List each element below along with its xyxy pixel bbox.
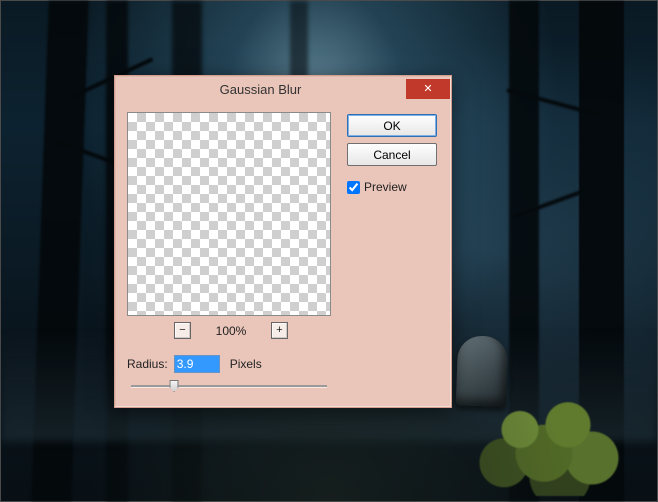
close-button[interactable]: ✕ xyxy=(406,79,450,99)
preview-checkbox[interactable] xyxy=(347,181,360,194)
editor-viewport: Gaussian Blur ✕ − 100% + Radius: xyxy=(0,0,658,502)
cancel-button-label: Cancel xyxy=(373,148,410,162)
preview-checkbox-row[interactable]: Preview xyxy=(347,180,437,194)
minus-icon: − xyxy=(179,325,185,336)
filter-preview-area[interactable] xyxy=(127,112,331,316)
foreground-bush xyxy=(472,401,632,496)
dialog-title: Gaussian Blur xyxy=(115,82,406,97)
preview-checkbox-label: Preview xyxy=(364,180,407,194)
radius-input[interactable] xyxy=(174,355,220,373)
zoom-in-button[interactable]: + xyxy=(271,322,288,339)
radius-unit: Pixels xyxy=(230,357,262,371)
gravestone-graphic xyxy=(456,335,508,407)
slider-track xyxy=(131,385,327,387)
cancel-button[interactable]: Cancel xyxy=(347,143,437,166)
radius-slider[interactable] xyxy=(131,379,327,393)
radius-label: Radius: xyxy=(127,357,168,371)
plus-icon: + xyxy=(276,325,282,336)
gaussian-blur-dialog: Gaussian Blur ✕ − 100% + Radius: xyxy=(114,75,452,408)
dialog-titlebar[interactable]: Gaussian Blur ✕ xyxy=(115,76,451,102)
close-icon: ✕ xyxy=(423,84,432,95)
slider-thumb[interactable] xyxy=(170,380,179,392)
ok-button-label: OK xyxy=(383,119,400,133)
ok-button[interactable]: OK xyxy=(347,114,437,137)
zoom-out-button[interactable]: − xyxy=(174,322,191,339)
zoom-value: 100% xyxy=(213,324,249,338)
